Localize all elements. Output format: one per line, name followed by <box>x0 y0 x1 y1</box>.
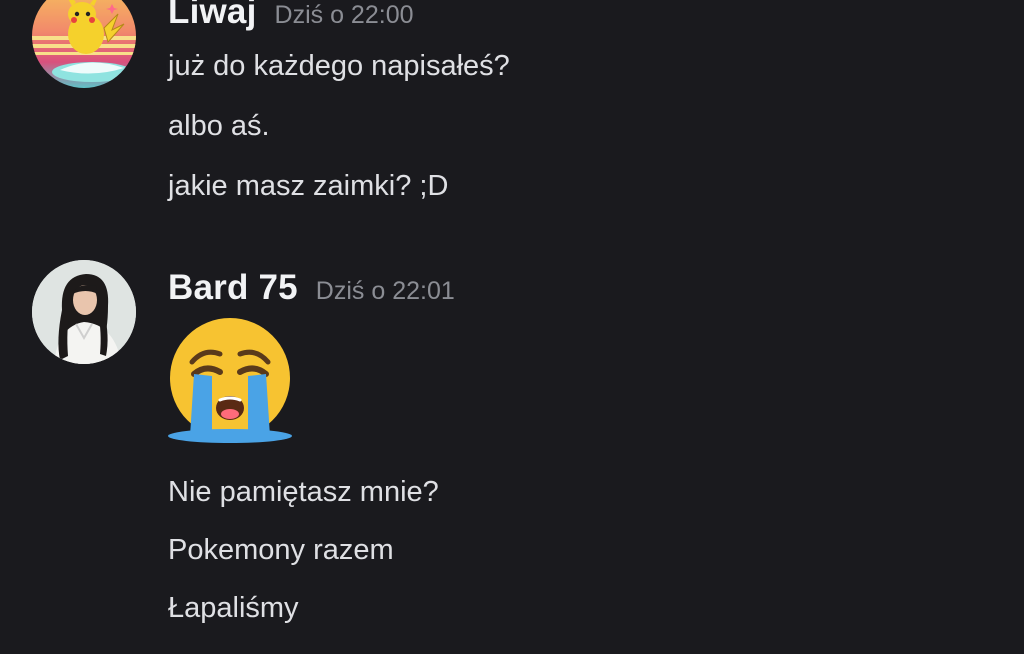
message-timestamp: Dziś o 22:01 <box>315 277 455 305</box>
author-name[interactable]: Liwaj <box>168 0 257 31</box>
chat-message-list: Liwaj Dziś o 22:00 już do każdego napisał… <box>0 0 1024 654</box>
message-text: jakie masz zaimki? ;D <box>168 170 449 202</box>
message-text: już do każdego napisałeś? <box>168 50 510 82</box>
user-avatar-liwaj[interactable] <box>32 0 136 88</box>
message-header-bard75: Bard 75 Dziś o 22:01 <box>168 268 455 308</box>
user-avatar-bard75[interactable] <box>32 260 136 364</box>
message-text: Łapaliśmy <box>168 592 299 624</box>
message-header-liwaj: Liwaj Dziś o 22:00 <box>168 0 414 32</box>
woman-photo-avatar <box>32 260 136 364</box>
message-timestamp: Dziś o 22:00 <box>274 1 414 29</box>
pikachu-avatar-icon <box>32 0 136 88</box>
author-name[interactable]: Bard 75 <box>168 268 298 307</box>
message-text: Pokemony razem <box>168 534 394 566</box>
message-text: albo aś. <box>168 110 270 142</box>
loudly-crying-face-icon[interactable] <box>164 316 296 444</box>
message-text: Nie pamiętasz mnie? <box>168 476 439 508</box>
